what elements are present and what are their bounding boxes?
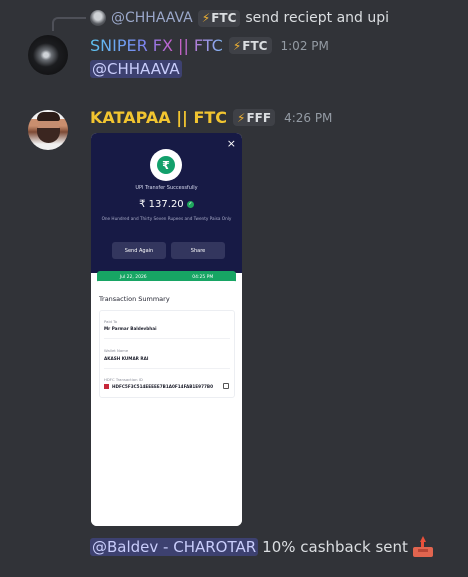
server-tag: ⚡ FFF: [233, 109, 276, 126]
divider: [104, 338, 230, 339]
username[interactable]: KATAPAA || FTC: [90, 108, 227, 127]
close-icon: ×: [226, 137, 236, 150]
timestamp: 1:02 PM: [280, 38, 329, 53]
date-text: Jul 22, 2026: [119, 275, 147, 280]
time-text: 04:25 PM: [192, 275, 214, 280]
paid-to-label: Paid To: [104, 319, 118, 324]
reply-text: send reciept and upi: [245, 10, 390, 26]
server-tag: ⚡ FTC: [228, 37, 272, 54]
avatar-katapaa[interactable]: [28, 110, 68, 150]
lightning-bolt-icon: ⚡: [237, 110, 246, 125]
summary-title: Transaction Summary: [99, 295, 170, 303]
message-text: 10% cashback sent: [262, 538, 408, 556]
bank-logo-icon: [104, 384, 109, 389]
rupee-icon: ₹: [157, 156, 175, 174]
reply-tag-label: FTC: [211, 11, 237, 25]
timestamp: 4:26 PM: [284, 110, 333, 125]
avatar-sniper[interactable]: [28, 35, 68, 75]
amount-in-words: One Hundred and Thirty Seven Rupees and …: [101, 216, 232, 221]
message-header: KATAPAA || FTC ⚡ FFF 4:26 PM: [90, 108, 332, 127]
check-icon: ✓: [186, 200, 194, 208]
lightning-bolt-icon: ⚡: [201, 11, 211, 25]
divider: [104, 368, 230, 369]
user-mention[interactable]: @Baldev - CHAROTAR: [90, 538, 259, 556]
share-button: Share: [171, 242, 225, 259]
reply-preview[interactable]: @CHHAAVA ⚡ FTC send reciept and upi: [90, 8, 389, 28]
reply-spine: [52, 17, 86, 31]
rupee-logo-icon: ₹: [150, 149, 182, 181]
user-mention[interactable]: @CHHAAVA: [90, 60, 182, 78]
message-header: SNIPER FX || FTC ⚡ FTC 1:02 PM: [90, 36, 329, 55]
receipt-image-attachment[interactable]: × ₹ UPI Transfer Successfully ₹ 137.20 ✓…: [91, 133, 242, 526]
send-again-button: Send Again: [112, 242, 166, 259]
amount-value: ₹ 137.20: [139, 199, 184, 210]
avatar-beard: [37, 128, 60, 143]
lightning-bolt-icon: ⚡: [232, 38, 242, 53]
amount: ₹ 137.20 ✓: [91, 199, 242, 210]
txn-id: HDFC5F3C514EEEEE7B1A0F14FAB1E977B0: [112, 384, 214, 389]
server-tag-label: FTC: [242, 38, 268, 53]
copy-icon: [223, 383, 229, 389]
txn-label: HDFC Transaction ID: [104, 377, 143, 382]
reply-avatar: [90, 10, 106, 26]
reply-tag: ⚡ FTC: [197, 9, 241, 27]
wallet-label: Wallet Name: [104, 348, 129, 353]
bottom-message: @Baldev - CHAROTAR 10% cashback sent: [90, 536, 434, 558]
outbox-tray-icon: [412, 536, 434, 558]
transfer-status: UPI Transfer Successfully: [135, 185, 198, 191]
server-tag-label: FFF: [246, 110, 272, 125]
reply-username[interactable]: @CHHAAVA: [111, 10, 193, 26]
username[interactable]: SNIPER FX || FTC: [90, 36, 223, 55]
paid-to-value: Mr Parmar Baldevbhai: [104, 326, 157, 331]
avatar-hair: [37, 112, 60, 121]
wallet-value: AKASH KUMAR RAI: [104, 356, 149, 361]
